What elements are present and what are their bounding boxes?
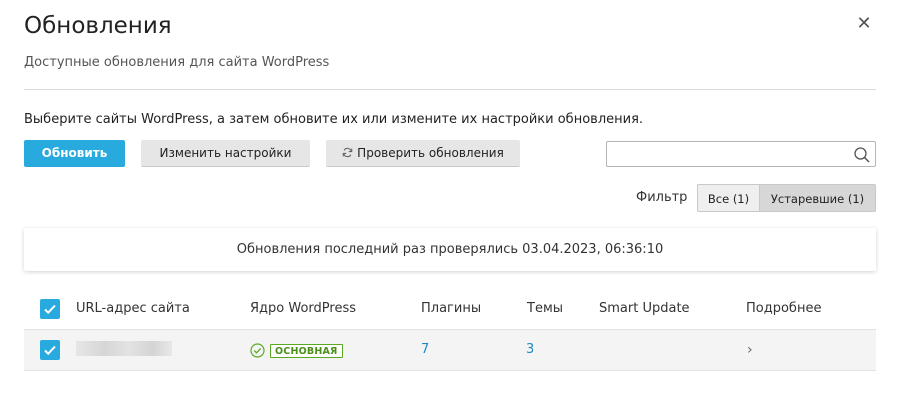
plugins-count-link[interactable]: 7	[421, 341, 429, 359]
search-box[interactable]	[606, 141, 876, 167]
column-url: URL-адрес сайта	[76, 301, 190, 316]
column-core: Ядро WordPress	[250, 301, 356, 316]
select-all-checkbox[interactable]	[40, 299, 60, 319]
last-checked-notice: Обновления последний раз проверялись 03.…	[24, 228, 876, 271]
update-button[interactable]: Обновить	[24, 140, 125, 167]
search-icon[interactable]	[853, 146, 871, 164]
change-settings-button[interactable]: Изменить настройки	[141, 140, 310, 167]
dialog-title: Обновления	[24, 13, 172, 39]
table-header: URL-адрес сайта Ядро WordPress Плагины Т…	[24, 289, 876, 330]
search-input[interactable]	[607, 142, 857, 166]
dialog-subtitle: Доступные обновления для сайта WordPress	[24, 55, 330, 70]
close-icon[interactable]: ✕	[855, 14, 873, 34]
check-updates-label: Проверить обновления	[357, 146, 504, 160]
column-details: Подробнее	[746, 301, 822, 316]
table-row: ОСНОВНАЯ 7 3 ›	[24, 330, 876, 371]
core-status-badge: ОСНОВНАЯ	[270, 344, 343, 358]
filter-label: Фильтр	[636, 190, 688, 205]
themes-count-link[interactable]: 3	[526, 341, 534, 359]
check-updates-button[interactable]: Проверить обновления	[326, 140, 520, 167]
divider	[24, 89, 876, 90]
column-plugins: Плагины	[421, 301, 482, 316]
refresh-icon	[342, 140, 353, 167]
filter-outdated[interactable]: Устаревшие (1)	[760, 184, 876, 212]
change-settings-label: Изменить настройки	[159, 146, 292, 160]
site-url-redacted[interactable]	[76, 341, 172, 356]
column-themes: Темы	[527, 301, 564, 316]
column-smart-update: Smart Update	[599, 301, 690, 316]
filter-all[interactable]: Все (1)	[697, 184, 760, 212]
row-checkbox[interactable]	[40, 340, 60, 360]
check-circle-icon	[250, 343, 265, 358]
intro-text: Выберите сайты WordPress, а затем обнови…	[24, 112, 644, 127]
chevron-right-icon[interactable]: ›	[747, 340, 753, 360]
